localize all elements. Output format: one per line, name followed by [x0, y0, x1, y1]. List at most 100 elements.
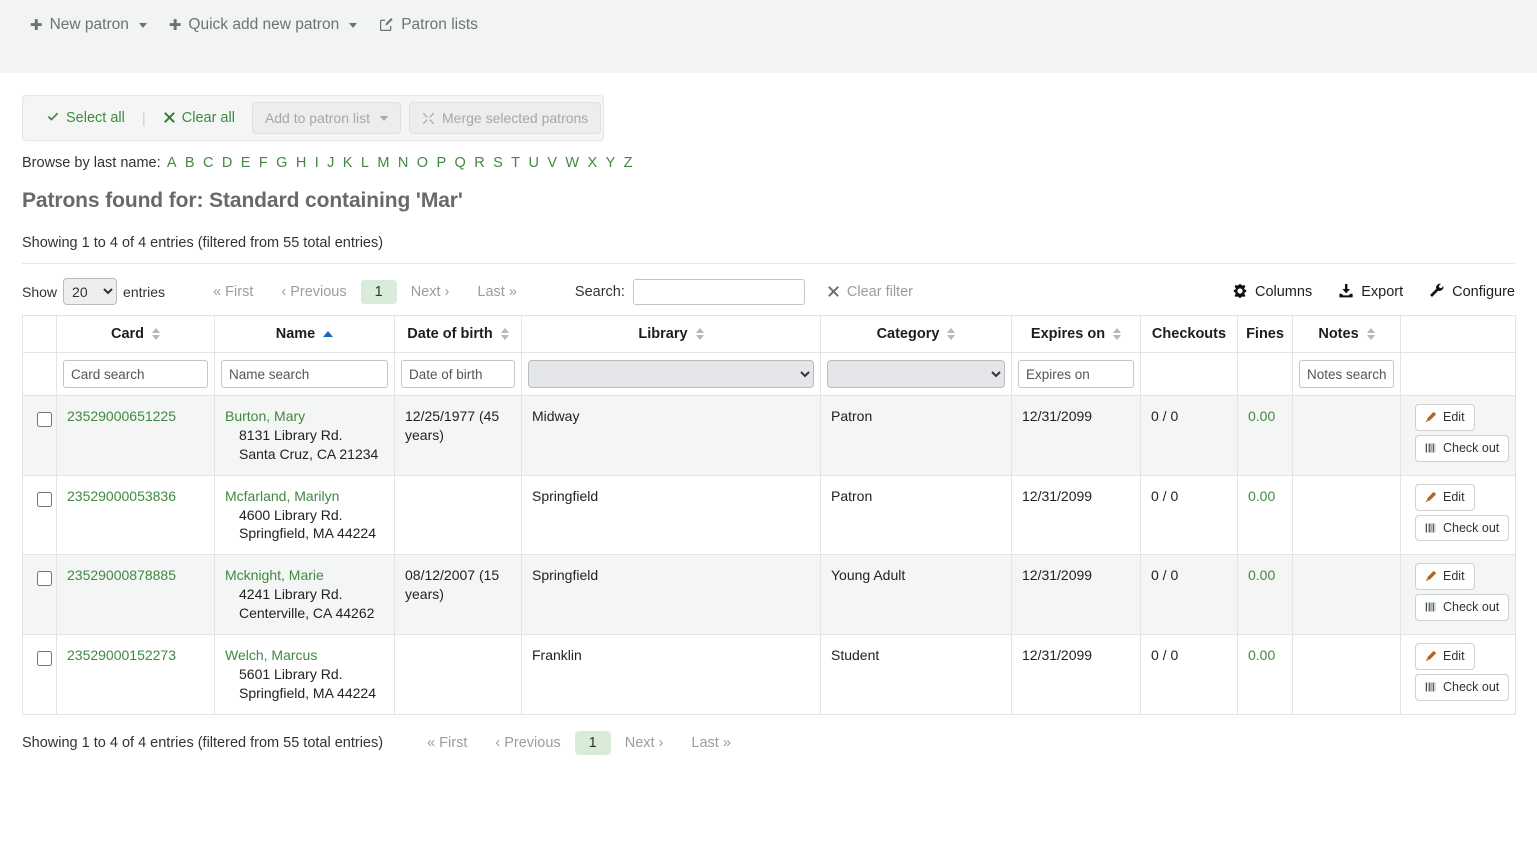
- new-patron-button[interactable]: ✚ New patron: [22, 12, 161, 38]
- pencil-icon: [1425, 489, 1437, 506]
- browse-letter-B[interactable]: B: [183, 155, 197, 171]
- pencil-icon: [1425, 648, 1437, 665]
- column-header-category[interactable]: Category: [821, 316, 1012, 353]
- browse-letter-Z[interactable]: Z: [621, 155, 634, 171]
- column-header-label: Name: [276, 326, 316, 342]
- card-number-link[interactable]: 23529000651225: [67, 408, 176, 424]
- browse-letter-F[interactable]: F: [257, 155, 270, 171]
- cell-library: Midway: [522, 396, 821, 476]
- browse-letter-V[interactable]: V: [545, 155, 559, 171]
- edit-button[interactable]: Edit: [1415, 643, 1475, 670]
- column-header-library[interactable]: Library: [522, 316, 821, 353]
- edit-button[interactable]: Edit: [1415, 404, 1475, 431]
- sort-toggle-icon[interactable]: [696, 328, 704, 340]
- sort-toggle-icon[interactable]: [1113, 328, 1121, 340]
- library-filter-select[interactable]: [528, 360, 814, 388]
- notes-search-input[interactable]: [1299, 360, 1394, 388]
- row-select-checkbox[interactable]: [37, 651, 52, 666]
- row-select-checkbox[interactable]: [37, 571, 52, 586]
- select-all-button[interactable]: Select all: [37, 106, 134, 130]
- browse-letter-C[interactable]: C: [201, 155, 216, 171]
- name-search-input[interactable]: [221, 360, 388, 388]
- card-number-link[interactable]: 23529000152273: [67, 647, 176, 663]
- card-number-link[interactable]: 23529000053836: [67, 488, 176, 504]
- expires-on-input[interactable]: [1018, 360, 1134, 388]
- browse-letter-P[interactable]: P: [434, 155, 448, 171]
- category-filter-select[interactable]: [827, 360, 1005, 388]
- quick-add-new-patron-label: Quick add new patron: [188, 16, 339, 34]
- browse-letter-T[interactable]: T: [509, 155, 522, 171]
- browse-letter-I[interactable]: I: [313, 155, 321, 171]
- card-number-link[interactable]: 23529000878885: [67, 567, 176, 583]
- add-to-patron-list-button[interactable]: Add to patron list: [252, 102, 401, 134]
- columns-button[interactable]: Columns: [1232, 283, 1312, 301]
- check-out-button[interactable]: Check out: [1415, 435, 1509, 462]
- sort-toggle-icon[interactable]: [1367, 328, 1375, 340]
- card-search-input[interactable]: [63, 360, 208, 388]
- browse-letter-U[interactable]: U: [526, 155, 541, 171]
- browse-letter-W[interactable]: W: [563, 155, 581, 171]
- patron-name-link[interactable]: Mcfarland, Marilyn: [225, 488, 339, 504]
- patron-name-link[interactable]: Mcknight, Marie: [225, 567, 324, 583]
- cell-card: 23529000878885: [57, 555, 215, 635]
- browse-letter-X[interactable]: X: [585, 155, 599, 171]
- next-page-button-bottom[interactable]: Next ›: [611, 731, 678, 755]
- column-header-date-of-birth[interactable]: Date of birth: [395, 316, 522, 353]
- last-page-button[interactable]: Last »: [463, 280, 531, 304]
- sort-ascending-icon[interactable]: [323, 331, 333, 337]
- next-page-button[interactable]: Next ›: [397, 280, 464, 304]
- page-number-1[interactable]: 1: [361, 280, 397, 304]
- column-header-expires-on[interactable]: Expires on: [1012, 316, 1141, 353]
- sort-toggle-icon[interactable]: [501, 328, 509, 340]
- patron-name-link[interactable]: Welch, Marcus: [225, 647, 317, 663]
- edit-button[interactable]: Edit: [1415, 563, 1475, 590]
- browse-letter-M[interactable]: M: [375, 155, 391, 171]
- page-number-1-bottom[interactable]: 1: [575, 731, 611, 755]
- browse-letter-A[interactable]: A: [165, 155, 179, 171]
- browse-letter-Q[interactable]: Q: [452, 155, 468, 171]
- row-select-checkbox[interactable]: [37, 492, 52, 507]
- browse-letter-S[interactable]: S: [491, 155, 505, 171]
- patron-name-link[interactable]: Burton, Mary: [225, 408, 305, 424]
- merge-selected-patrons-button[interactable]: Merge selected patrons: [409, 102, 601, 134]
- clear-all-button[interactable]: Clear all: [154, 106, 244, 130]
- browse-letter-R[interactable]: R: [472, 155, 487, 171]
- check-out-button[interactable]: Check out: [1415, 594, 1509, 621]
- quick-add-new-patron-button[interactable]: ✚ Quick add new patron: [161, 12, 371, 38]
- select-all-label: Select all: [66, 110, 125, 126]
- row-select-cell: [23, 555, 57, 635]
- sort-toggle-icon[interactable]: [947, 328, 955, 340]
- browse-letter-E[interactable]: E: [239, 155, 253, 171]
- browse-letter-G[interactable]: G: [274, 155, 290, 171]
- previous-page-button[interactable]: ‹ Previous: [267, 280, 360, 304]
- browse-letter-Y[interactable]: Y: [603, 155, 617, 171]
- previous-page-button-bottom[interactable]: ‹ Previous: [481, 731, 574, 755]
- patron-lists-button[interactable]: Patron lists: [371, 12, 492, 38]
- date-of-birth-input[interactable]: [401, 360, 515, 388]
- export-button[interactable]: Export: [1338, 283, 1403, 301]
- browse-letter-J[interactable]: J: [325, 155, 337, 171]
- browse-letter-N[interactable]: N: [396, 155, 411, 171]
- search-input[interactable]: [633, 279, 805, 305]
- sort-toggle-icon[interactable]: [152, 328, 160, 340]
- browse-letter-D[interactable]: D: [220, 155, 235, 171]
- column-header-name[interactable]: Name: [215, 316, 395, 353]
- browse-letter-O[interactable]: O: [415, 155, 431, 171]
- column-header-notes[interactable]: Notes: [1293, 316, 1401, 353]
- page-length-select[interactable]: 102050100: [63, 278, 117, 305]
- clear-filter-button[interactable]: Clear filter: [827, 284, 913, 300]
- last-page-button-bottom[interactable]: Last »: [677, 731, 745, 755]
- configure-button[interactable]: Configure: [1429, 283, 1515, 301]
- row-select-checkbox[interactable]: [37, 412, 52, 427]
- column-header-card[interactable]: Card: [57, 316, 215, 353]
- browse-letter-L[interactable]: L: [359, 155, 371, 171]
- first-page-button[interactable]: « First: [199, 280, 267, 304]
- browse-letter-K[interactable]: K: [341, 155, 355, 171]
- check-out-button[interactable]: Check out: [1415, 515, 1509, 542]
- check-out-button[interactable]: Check out: [1415, 674, 1509, 701]
- cell-date-of-birth: 08/12/2007 (15 years): [395, 555, 522, 635]
- edit-button[interactable]: Edit: [1415, 484, 1475, 511]
- filter-cell-notes: [1293, 353, 1401, 396]
- browse-letter-H[interactable]: H: [294, 155, 309, 171]
- first-page-button-bottom[interactable]: « First: [413, 731, 481, 755]
